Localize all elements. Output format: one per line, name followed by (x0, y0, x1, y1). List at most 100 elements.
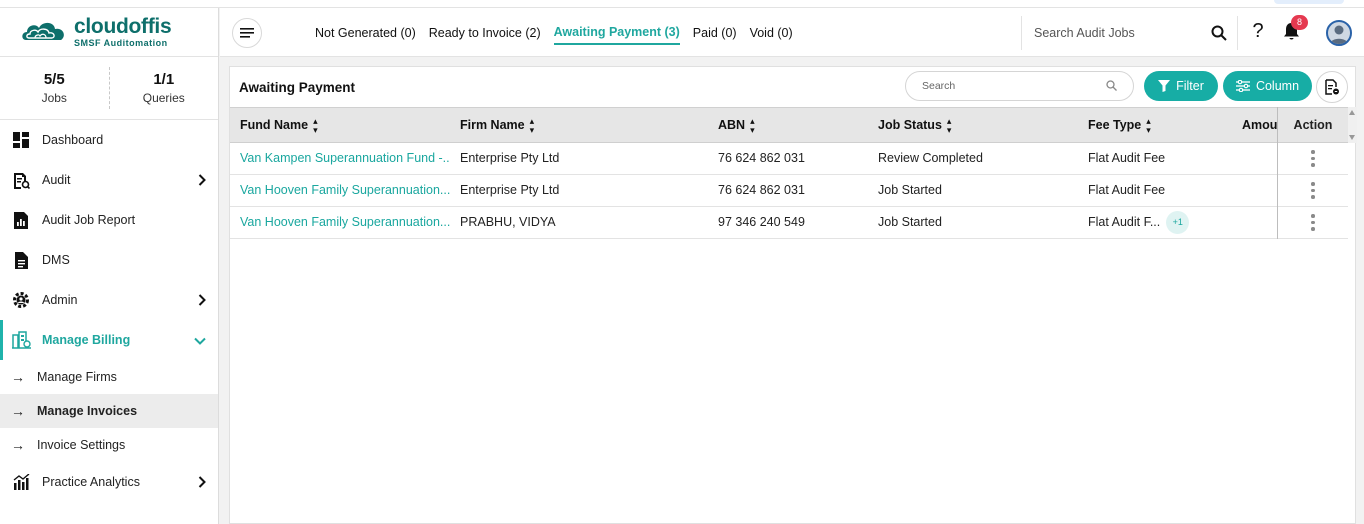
report-icon (11, 210, 31, 230)
sort-icon: ▴ ▾ (529, 115, 535, 135)
row-actions-cell (1278, 143, 1348, 175)
sliders-icon (1235, 80, 1250, 92)
arrow-right-icon: → (11, 437, 25, 453)
sidebar-item-label: Audit (42, 173, 71, 187)
export-file-icon (1325, 79, 1339, 95)
action-column: Action (1277, 107, 1348, 239)
row-actions-cell (1278, 207, 1348, 239)
scroll-down-icon[interactable] (1349, 135, 1355, 140)
scroll-up-icon[interactable] (1349, 110, 1355, 115)
table-search (905, 71, 1134, 101)
admin-gear-icon (11, 290, 31, 310)
audit-jobs-search-input[interactable] (1034, 26, 1204, 40)
billing-icon (11, 330, 31, 350)
brand-tagline: SMSF Auditomation (74, 38, 168, 48)
tab-ready-to-invoice[interactable]: Ready to Invoice (2) (429, 22, 541, 44)
table-header: Fund Name ▴ ▾ Firm Name ▴ ▾ ABN ▴ ▾ Job Status… (230, 107, 1348, 143)
more-vertical-icon[interactable] (1311, 150, 1315, 167)
user-avatar[interactable] (1326, 20, 1352, 46)
sidebar-item-dashboard[interactable]: Dashboard (0, 120, 218, 160)
tab-awaiting-payment[interactable]: Awaiting Payment (3) (553, 21, 680, 45)
sort-icon: ▴ ▾ (313, 115, 318, 135)
job-status-cell: Review Completed (878, 151, 983, 165)
firm-name-cell: PRABHU, VIDYA (460, 215, 556, 229)
sidebar-item-label: Admin (42, 293, 78, 307)
column-header-fee-type[interactable]: Fee Type ▴ ▾ (1088, 108, 1151, 143)
sidebar-item-label: DMS (42, 253, 70, 267)
more-fees-chip[interactable]: +1 (1166, 211, 1190, 235)
more-vertical-icon[interactable] (1311, 214, 1315, 231)
sidebar-subitem-label: Manage Invoices (37, 404, 138, 418)
table-row[interactable]: Van Hooven Family Superannuation... PRAB… (230, 207, 1348, 239)
table-scrollbar[interactable] (1348, 107, 1357, 143)
menu-toggle-button[interactable] (232, 18, 262, 48)
sort-icon: ▴ ▾ (1146, 115, 1151, 135)
sidebar-item-dms[interactable]: DMS (0, 240, 218, 280)
stat-jobs-label: Jobs (41, 91, 67, 105)
sidebar-subitem-manage-firms[interactable]: → Manage Firms (0, 360, 218, 394)
top-band (0, 0, 1364, 8)
tab-void[interactable]: Void (0) (750, 22, 793, 44)
notification-count-badge: 8 (1291, 15, 1308, 30)
job-status-cell: Job Started (878, 183, 942, 197)
stat-jobs-value: 5/5 (43, 71, 65, 88)
table-search-input[interactable] (922, 80, 1102, 92)
sidebar-item-label: Audit Job Report (42, 213, 136, 227)
tab-paid[interactable]: Paid (0) (693, 22, 737, 44)
sidebar-item-label: Manage Billing (42, 333, 131, 347)
filter-button[interactable]: Filter (1144, 71, 1218, 101)
tab-not-generated[interactable]: Not Generated (0) (315, 22, 416, 44)
fund-name-link[interactable]: Van Hooven Family Superannuation... (240, 207, 450, 238)
sidebar-item-label: Practice Analytics (42, 475, 140, 489)
table-row[interactable]: Van Hooven Family Superannuation... Ente… (230, 175, 1348, 207)
column-header-amount[interactable]: Amour (1242, 108, 1277, 143)
row-actions-cell (1278, 175, 1348, 207)
stat-jobs[interactable]: 5/5 Jobs (0, 67, 110, 109)
abn-cell: 76 624 862 031 (718, 183, 805, 197)
column-header-firm-name[interactable]: Firm Name ▴ ▾ (460, 108, 534, 143)
sidebar-item-manage-billing[interactable]: Manage Billing (0, 320, 218, 360)
arrow-right-icon: → (11, 403, 25, 419)
help-icon[interactable]: ? (1250, 20, 1266, 43)
table-row[interactable]: Van Kampen Superannuation Fund -... Ente… (230, 143, 1348, 175)
audit-jobs-search (1021, 16, 1238, 50)
sidebar-item-practice-analytics[interactable]: Practice Analytics (0, 462, 218, 502)
fee-type-cell: Flat Audit F... +1 (1088, 207, 1190, 238)
more-vertical-icon[interactable] (1311, 182, 1315, 199)
sidebar-item-audit-job-report[interactable]: Audit Job Report (0, 200, 218, 240)
page-title: Awaiting Payment (239, 80, 356, 95)
firm-name-cell: Enterprise Pty Ltd (460, 151, 560, 165)
fund-name-link[interactable]: Van Hooven Family Superannuation... (240, 175, 450, 206)
firm-name-cell: Enterprise Pty Ltd (460, 183, 560, 197)
document-icon (11, 250, 31, 270)
stat-queries[interactable]: 1/1 Queries (110, 57, 219, 119)
stat-queries-label: Queries (142, 91, 185, 105)
sort-icon: ▴ ▾ (750, 115, 755, 135)
fund-name-link[interactable]: Van Kampen Superannuation Fund -... (240, 143, 450, 174)
sidebar-subitem-invoice-settings[interactable]: → Invoice Settings (0, 428, 218, 462)
chevron-right-icon (198, 294, 206, 306)
column-button-label: Column (1255, 79, 1300, 93)
sidebar-subitem-manage-invoices[interactable]: → Manage Invoices (0, 394, 218, 428)
stat-queries-value: 1/1 (153, 71, 175, 88)
column-button[interactable]: Column (1223, 71, 1312, 101)
column-header-job-status[interactable]: Job Status ▴ ▾ (878, 108, 951, 143)
chevron-right-icon (198, 174, 206, 186)
search-icon[interactable] (1211, 25, 1227, 41)
chevron-down-icon (194, 337, 206, 345)
export-button[interactable] (1316, 71, 1348, 103)
column-header-abn[interactable]: ABN ▴ ▾ (718, 108, 755, 143)
logo[interactable]: cloudoffis SMSF Auditomation (0, 8, 218, 57)
brand-name: cloudoffis (74, 15, 172, 38)
stats-bar: 5/5 Jobs 1/1 Queries (0, 57, 218, 120)
column-header-fund-name[interactable]: Fund Name ▴ ▾ (240, 108, 318, 143)
sidebar-subitem-label: Invoice Settings (37, 438, 126, 452)
sidebar-item-admin[interactable]: Admin (0, 280, 218, 320)
fee-type-cell: Flat Audit Fee (1088, 183, 1166, 197)
arrow-right-icon: → (11, 369, 25, 385)
filter-button-label: Filter (1176, 79, 1204, 93)
sidebar-item-audit[interactable]: Audit (0, 160, 218, 200)
sidebar: cloudoffis SMSF Auditomation 5/5 Jobs 1/… (0, 8, 219, 524)
column-header-action: Action (1278, 107, 1348, 143)
sidebar-subitem-label: Manage Firms (37, 370, 117, 384)
